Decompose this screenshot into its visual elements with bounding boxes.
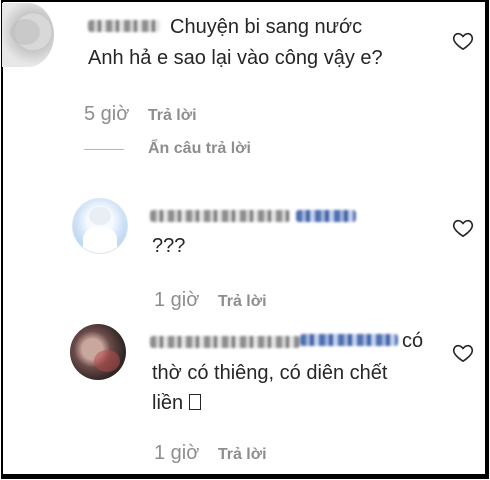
heart-outline-icon[interactable] (452, 218, 474, 238)
commenter-mention-blurred[interactable] (300, 334, 398, 346)
hide-replies-button[interactable]: Ẩn câu trả lời (148, 140, 251, 158)
reply-button[interactable]: Trả lời (148, 107, 197, 124)
commenter-username-blurred[interactable] (88, 20, 160, 32)
hide-replies-divider (84, 148, 124, 150)
comment-text-line: Anh hả e sao lại vào công vậy e? (88, 47, 383, 69)
comment-meta: 1 giờ Trả lời (154, 289, 267, 312)
comment-text-line: ??? (152, 235, 186, 257)
comment-text-line: thờ có thiêng, có diên chết (152, 362, 388, 384)
commenter-username-blurred[interactable] (150, 336, 300, 348)
comment-text-line: có (402, 330, 424, 352)
reply-button[interactable]: Trả lời (218, 293, 267, 310)
heart-outline-icon[interactable] (452, 31, 474, 51)
commenter-mention-blurred[interactable] (296, 210, 356, 222)
hide-replies-row[interactable]: Ẩn câu trả lời (84, 140, 251, 158)
comment-time: 1 giờ (154, 289, 200, 311)
comment-meta: 1 giờ Trả lời (154, 442, 267, 465)
commenter-username-blurred[interactable] (150, 210, 290, 222)
comment-text-line: Chuyện bi sang nước (170, 16, 363, 38)
missing-glyph-icon (189, 394, 202, 410)
comment-text-line: liền (152, 390, 202, 417)
reply-button[interactable]: Trả lời (218, 446, 267, 463)
comment-text-fragment: liền (152, 392, 184, 414)
commenter-avatar[interactable] (72, 198, 128, 254)
comment-meta: 5 giờ Trả lời (84, 103, 197, 126)
heart-outline-icon[interactable] (452, 343, 474, 363)
comment-time: 1 giờ (154, 442, 200, 464)
commenter-avatar[interactable] (2, 3, 54, 67)
commenter-avatar[interactable] (70, 324, 126, 380)
comment-time: 5 giờ (84, 103, 130, 125)
